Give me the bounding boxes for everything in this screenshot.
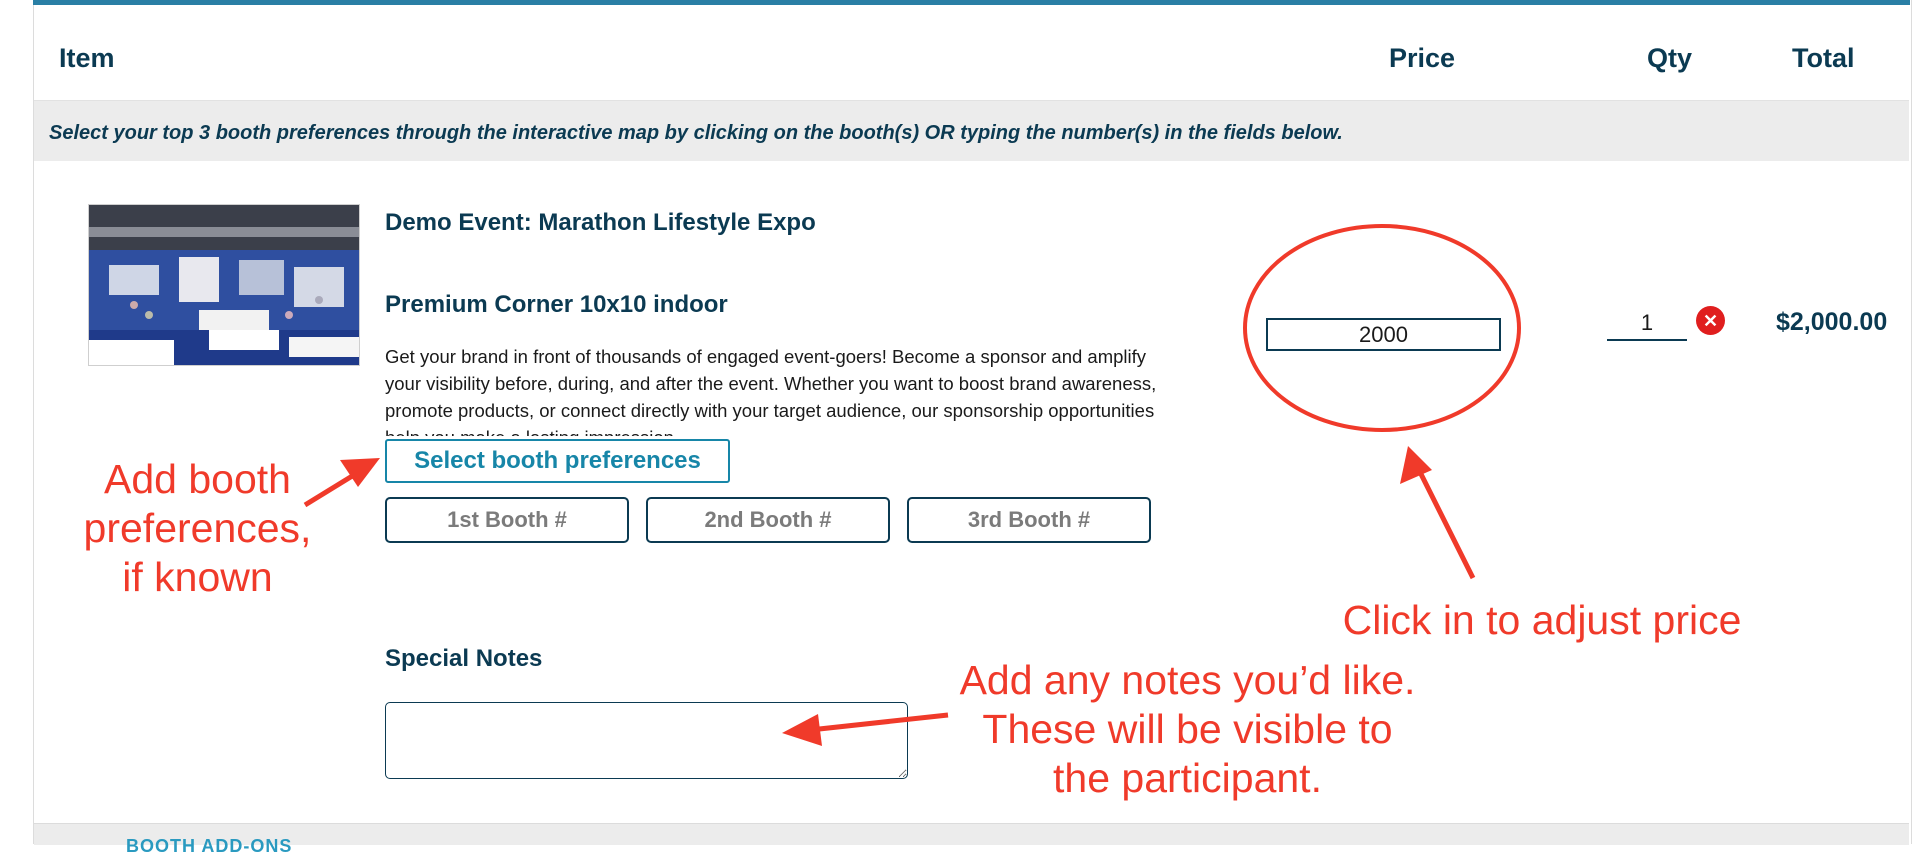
column-header-item: Item bbox=[59, 43, 115, 73]
annotation-booth: Add booth preferences, if known bbox=[83, 456, 312, 600]
expo-photo-graphic bbox=[89, 205, 359, 365]
column-header-price: Price bbox=[1389, 43, 1456, 73]
special-notes-textarea[interactable] bbox=[385, 702, 908, 779]
column-header-total: Total bbox=[1792, 43, 1855, 73]
booth-2-input[interactable] bbox=[646, 497, 890, 543]
product-name: Premium Corner 10x10 indoor bbox=[385, 291, 728, 318]
booth-preference-notice: Select your top 3 booth preferences thro… bbox=[34, 101, 1909, 161]
annotation-price: Click in to adjust price bbox=[1342, 597, 1742, 643]
line-total: $2,000.00 bbox=[1776, 308, 1888, 336]
next-section-bar: BOOTH ADD-ONS bbox=[34, 823, 1909, 856]
expo-hall-photo bbox=[88, 204, 360, 366]
product-description: Get your brand in front of thousands of … bbox=[385, 346, 1157, 436]
booth-add-ons-label: BOOTH ADD-ONS bbox=[126, 836, 293, 856]
close-icon[interactable]: ✕ bbox=[1696, 306, 1725, 335]
notice-text: Select your top 3 booth preferences thro… bbox=[49, 122, 1343, 144]
annotation-notes: Add any notes you’d like. These will be … bbox=[959, 657, 1416, 801]
booth-3-input[interactable] bbox=[907, 497, 1151, 543]
event-name: Demo Event: Marathon Lifestyle Expo bbox=[385, 209, 816, 236]
price-input[interactable] bbox=[1266, 318, 1501, 351]
special-notes-label: Special Notes bbox=[385, 645, 543, 672]
qty-input[interactable] bbox=[1607, 307, 1687, 341]
column-header-qty: Qty bbox=[1647, 43, 1693, 73]
booth-1-input[interactable] bbox=[385, 497, 629, 543]
select-booth-preferences-button[interactable]: Select booth preferences bbox=[385, 439, 730, 483]
table-header: Item Price Qty Total bbox=[34, 5, 1909, 101]
